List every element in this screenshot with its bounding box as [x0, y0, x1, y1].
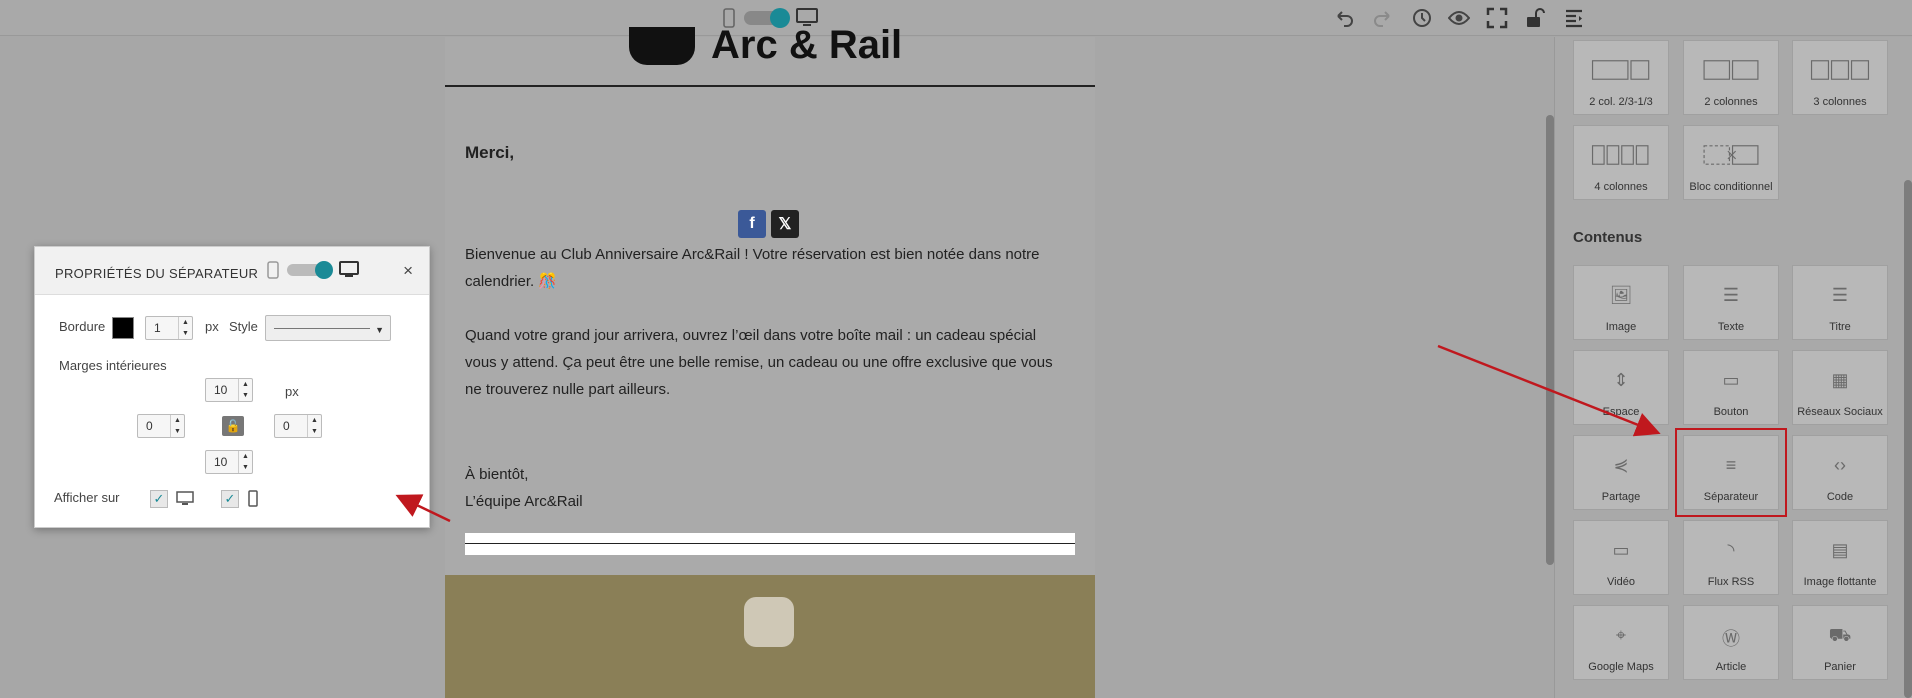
image-icon: 🖼	[1609, 285, 1633, 305]
padding-top-input[interactable]: 10 ▲ ▼	[205, 378, 253, 402]
border-color-swatch[interactable]	[112, 317, 134, 339]
paragraph-welcome[interactable]: Bienvenue au Club Anniversaire Arc&Rail …	[465, 241, 1065, 295]
button-icon: ▭	[1722, 370, 1740, 390]
map-pin-icon: ⌖	[1615, 625, 1627, 645]
closing-line-2[interactable]: L’équipe Arc&Rail	[465, 488, 1065, 515]
canvas-scrollbar[interactable]	[1546, 115, 1554, 565]
show-mobile-checkbox[interactable]: ✓	[221, 490, 239, 508]
floating-image-icon: ▤	[1831, 540, 1849, 560]
padding-label: Marges intérieures	[59, 358, 167, 373]
stepper-icon[interactable]: ▲ ▼	[178, 317, 192, 339]
header-rule	[445, 85, 1095, 87]
tile-reseaux-sociaux[interactable]: ▦ Réseaux Sociaux	[1792, 350, 1888, 425]
wordpress-icon: Ⓦ	[1722, 629, 1740, 649]
tile-espace[interactable]: ⇕ Espace	[1573, 350, 1669, 425]
social-icon: ▦	[1831, 370, 1849, 390]
padding-right-input[interactable]: 0 ▲ ▼	[274, 414, 322, 438]
layout-conditional-block[interactable]: Bloc conditionnel	[1683, 125, 1779, 200]
top-toolbar	[0, 0, 1912, 36]
close-icon[interactable]: ×	[403, 261, 413, 281]
style-select[interactable]: ▼	[265, 315, 391, 341]
panel-device-toggle[interactable]	[267, 261, 359, 279]
border-width-input[interactable]: 1 ▲ ▼	[145, 316, 193, 340]
tile-label: 4 colonnes	[1594, 181, 1648, 193]
chevron-down-icon: ▼	[375, 325, 384, 335]
rss-icon: ◝	[1727, 540, 1735, 560]
footer-logo	[744, 597, 794, 647]
tile-label: 2 col. 2/3-1/3	[1589, 96, 1653, 108]
tile-texte[interactable]: ☰ Texte	[1683, 265, 1779, 340]
border-label: Bordure	[59, 319, 106, 334]
space-icon: ⇕	[1613, 370, 1629, 390]
preview-eye-icon[interactable]	[1445, 4, 1473, 32]
layout-2col[interactable]: 2 colonnes	[1683, 40, 1779, 115]
unlock-icon[interactable]	[1521, 4, 1549, 32]
tile-label: 2 colonnes	[1704, 96, 1758, 108]
conditional-block-icon	[1703, 145, 1759, 165]
lock-icon[interactable]: 🔓	[222, 416, 244, 436]
tile-label: 3 colonnes	[1813, 96, 1867, 108]
tile-partage[interactable]: ⋞ Partage	[1573, 435, 1669, 510]
title-icon: ☰	[1831, 285, 1849, 305]
tile-titre[interactable]: ☰ Titre	[1792, 265, 1888, 340]
text-icon: ☰	[1722, 285, 1740, 305]
header-logo	[629, 27, 695, 65]
undo-icon[interactable]	[1330, 4, 1358, 32]
header-title: Arc & Rail	[711, 23, 903, 67]
video-icon: ▭	[1612, 540, 1630, 560]
greeting-text[interactable]: Merci,	[465, 143, 514, 163]
mobile-icon	[248, 490, 258, 507]
tile-image[interactable]: 🖼 Image	[1573, 265, 1669, 340]
tile-panier[interactable]: ⛟ Panier	[1792, 605, 1888, 680]
layout-2col-23-13[interactable]: 2 col. 2/3-1/3	[1573, 40, 1669, 115]
layout-23-13-icon	[1591, 60, 1650, 80]
layout-3col-icon	[1810, 60, 1870, 80]
padding-unit: px	[285, 384, 299, 399]
tile-article[interactable]: Ⓦ Article	[1683, 605, 1779, 680]
layout-4col-icon	[1591, 145, 1649, 165]
separator-properties-panel: PROPRIÉTÉS DU SÉPARATEUR × Bordure 1 ▲ ▼ p…	[34, 246, 430, 528]
closing-line-1[interactable]: À bientôt,	[465, 461, 1065, 488]
share-icon: ⋞	[1613, 455, 1629, 475]
sidebar-scrollbar[interactable]	[1904, 180, 1912, 698]
code-icon: ‹›	[1834, 455, 1846, 475]
tile-code[interactable]: ‹› Code	[1792, 435, 1888, 510]
social-links[interactable]: f 𝕏	[738, 210, 799, 238]
tile-image-flottante[interactable]: ▤ Image flottante	[1792, 520, 1888, 595]
padding-left-input[interactable]: 0 ▲ ▼	[137, 414, 185, 438]
style-label: Style	[229, 319, 258, 334]
email-preview: Arc & Rail Merci, f 𝕏 Bienvenue au Club …	[445, 23, 1095, 698]
fullscreen-icon[interactable]	[1483, 4, 1511, 32]
tile-flux-rss[interactable]: ◝ Flux RSS	[1683, 520, 1779, 595]
separator-block[interactable]	[465, 533, 1075, 555]
history-icon[interactable]	[1407, 4, 1435, 32]
desktop-icon[interactable]	[339, 261, 359, 279]
x-twitter-icon[interactable]: 𝕏	[771, 210, 799, 238]
cart-icon: ⛟	[1828, 625, 1852, 645]
mobile-icon[interactable]	[267, 261, 279, 279]
tile-google-maps[interactable]: ⌖ Google Maps	[1573, 605, 1669, 680]
layout-3col[interactable]: 3 colonnes	[1792, 40, 1888, 115]
redo-icon[interactable]	[1369, 4, 1397, 32]
section-title-contenus: Contenus	[1573, 229, 1643, 246]
border-unit: px	[205, 319, 219, 334]
layout-4col[interactable]: 4 colonnes	[1573, 125, 1669, 200]
layers-menu-icon[interactable]	[1560, 4, 1588, 32]
tile-bouton[interactable]: ▭ Bouton	[1683, 350, 1779, 425]
separateur-highlight-box	[1675, 428, 1787, 517]
panel-title: PROPRIÉTÉS DU SÉPARATEUR	[55, 266, 259, 281]
facebook-icon[interactable]: f	[738, 210, 766, 238]
tile-label: Bloc conditionnel	[1689, 181, 1773, 193]
panel-header: PROPRIÉTÉS DU SÉPARATEUR ×	[35, 247, 429, 295]
layout-2col-icon	[1703, 60, 1759, 80]
tile-video[interactable]: ▭ Vidéo	[1573, 520, 1669, 595]
footer-block[interactable]	[445, 575, 1095, 698]
panel-device-switch[interactable]	[287, 261, 333, 279]
show-desktop-checkbox[interactable]: ✓	[150, 490, 168, 508]
padding-bottom-input[interactable]: 10 ▲ ▼	[205, 450, 253, 474]
desktop-icon	[176, 491, 194, 505]
paragraph-gift[interactable]: Quand votre grand jour arrivera, ouvrez …	[465, 322, 1065, 403]
show-on-label: Afficher sur	[54, 490, 120, 505]
